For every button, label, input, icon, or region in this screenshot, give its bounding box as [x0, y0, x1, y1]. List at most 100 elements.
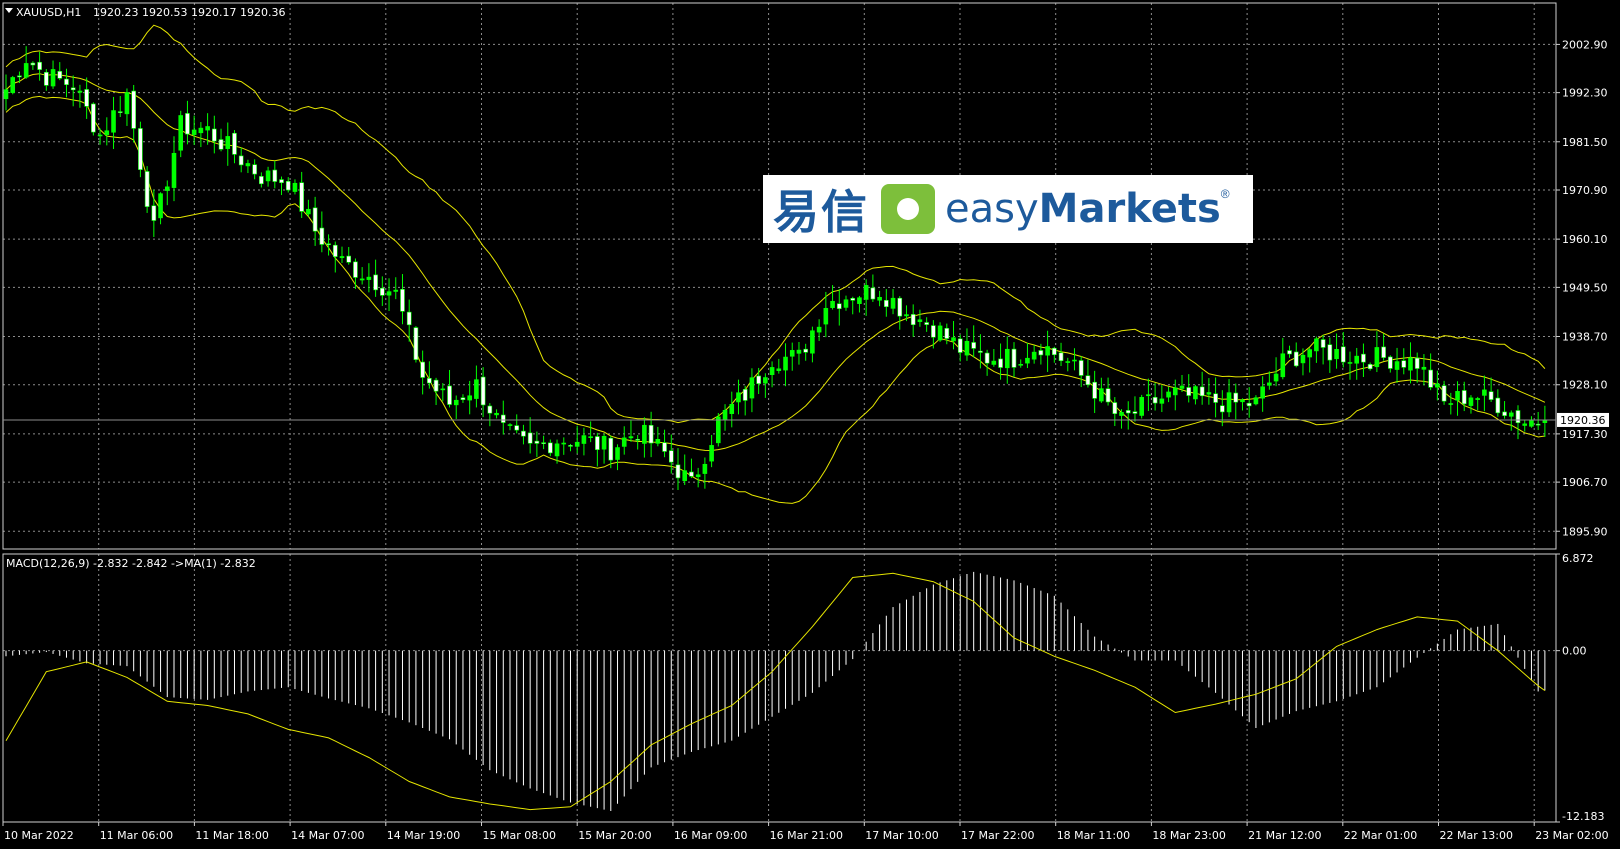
- candle-bull: [124, 92, 130, 115]
- candle-bear: [742, 389, 748, 401]
- candle-bear: [1220, 405, 1225, 413]
- candle-bull: [1226, 392, 1232, 413]
- candle-bear: [1152, 397, 1158, 404]
- candle-bear: [910, 314, 916, 326]
- candle-bull: [467, 395, 472, 401]
- candle-bull: [1482, 389, 1487, 396]
- candle-bull: [453, 399, 459, 406]
- candle-bear: [427, 378, 432, 384]
- candle-bear: [971, 342, 976, 349]
- time-tick-label: 15 Mar 08:00: [483, 829, 556, 842]
- candle-bull: [1529, 420, 1534, 427]
- candle-bull: [722, 409, 728, 420]
- candle-bear: [285, 181, 291, 191]
- time-tick-label: 16 Mar 21:00: [770, 829, 843, 842]
- time-tick-label: 18 Mar 23:00: [1152, 829, 1225, 842]
- candle-bull: [198, 127, 204, 134]
- candle-bull: [3, 89, 9, 100]
- candle-bear: [319, 227, 325, 245]
- candle-bull: [1394, 361, 1400, 370]
- candle-bull: [1455, 391, 1460, 401]
- candle-bear: [870, 287, 876, 300]
- candle-bull: [50, 69, 56, 87]
- candle-bull: [1273, 373, 1279, 382]
- candle-bear: [353, 261, 358, 278]
- candle-bull: [225, 136, 231, 149]
- candle-bear: [500, 414, 506, 423]
- candle-bull: [1025, 357, 1030, 364]
- candle-bull: [655, 438, 661, 444]
- candle-bear: [608, 437, 614, 461]
- candle-bear: [1287, 350, 1292, 355]
- candle-bear: [931, 325, 936, 338]
- candle-bear: [897, 297, 903, 317]
- candle-bear: [279, 179, 284, 184]
- candle-bull: [1448, 403, 1454, 405]
- candle-bull: [1099, 388, 1104, 402]
- time-tick-label: 18 Mar 11:00: [1057, 829, 1130, 842]
- candle-bear: [326, 243, 331, 246]
- candle-bear: [91, 103, 96, 133]
- time-axis-ticks: 10 Mar 2022 11 Mar 06:00 11 Mar 18:00 14 Ma…: [2, 822, 1609, 842]
- candle-bull: [1280, 353, 1286, 378]
- candle-bear: [944, 328, 950, 339]
- time-tick-label: 22 Mar 13:00: [1440, 829, 1513, 842]
- candle-bear: [433, 379, 439, 392]
- symbol-label: XAUUSD,H1: [16, 6, 81, 19]
- candle-bull: [716, 416, 721, 444]
- price-tick-label: 1992.30: [1562, 87, 1608, 100]
- band-middle: [5, 73, 1546, 452]
- candle-bear: [1246, 402, 1252, 407]
- symbol-menu-arrow-icon[interactable]: [5, 8, 13, 13]
- candle-bull: [1166, 391, 1171, 398]
- candle-bull: [1240, 399, 1245, 403]
- candle-bull: [904, 314, 909, 317]
- candle-bull: [359, 278, 365, 281]
- candle-bull: [816, 326, 822, 333]
- candle-bear: [151, 205, 157, 221]
- candle-bear: [238, 155, 244, 166]
- candle-bear: [924, 322, 929, 325]
- current-price-label: 1920.36: [1560, 414, 1606, 427]
- candle-bull: [1260, 386, 1265, 399]
- candle-bear: [1078, 360, 1084, 376]
- candle-bear: [635, 439, 640, 441]
- candle-bull: [863, 285, 869, 300]
- easymarkets-logo: 易信 easyMarkets ®: [763, 175, 1253, 243]
- candle-bear: [675, 464, 681, 479]
- bollinger-bands: [5, 24, 1546, 504]
- candle-bull: [574, 441, 580, 447]
- time-tick-label: 22 Mar 01:00: [1344, 829, 1417, 842]
- candle-bull: [494, 412, 499, 416]
- candle-bear: [595, 436, 600, 450]
- time-tick-label: 14 Mar 07:00: [291, 829, 364, 842]
- candle-bull: [709, 445, 714, 462]
- trading-chart[interactable]: 2002.90 1992.30 1981.50 1970.90 1960.10 1949.…: [0, 0, 1620, 849]
- candle-bear: [978, 350, 983, 353]
- candle-bear: [64, 78, 69, 85]
- macd-axis-ticks: 6.872 0.00 -12.183: [1556, 552, 1604, 823]
- candle-bull: [951, 337, 956, 342]
- candle-bear: [884, 300, 889, 307]
- macd-signal-line: [5, 572, 1546, 811]
- candle-bull: [1408, 357, 1413, 371]
- candle-bear: [413, 327, 419, 360]
- candle-bull: [890, 297, 896, 309]
- candle-bull: [554, 443, 560, 457]
- candle-bull: [265, 170, 271, 182]
- candle-bear: [1320, 339, 1326, 348]
- logo-brand-text: easyMarkets: [945, 186, 1221, 232]
- time-tick-label: 21 Mar 12:00: [1248, 829, 1321, 842]
- candle-bull: [628, 436, 634, 439]
- candle-bull: [339, 256, 345, 259]
- macd-signal-path: [5, 572, 1546, 811]
- candle-bull: [1347, 362, 1353, 364]
- candle-bull: [158, 193, 163, 219]
- candle-bull: [561, 442, 567, 445]
- candle-bull: [23, 63, 29, 78]
- price-tick-label: 1981.50: [1562, 136, 1608, 149]
- macd-histogram: [5, 571, 1546, 811]
- time-tick-label: 17 Mar 10:00: [865, 829, 938, 842]
- candle-bull: [917, 319, 923, 322]
- candle-bear: [332, 244, 338, 257]
